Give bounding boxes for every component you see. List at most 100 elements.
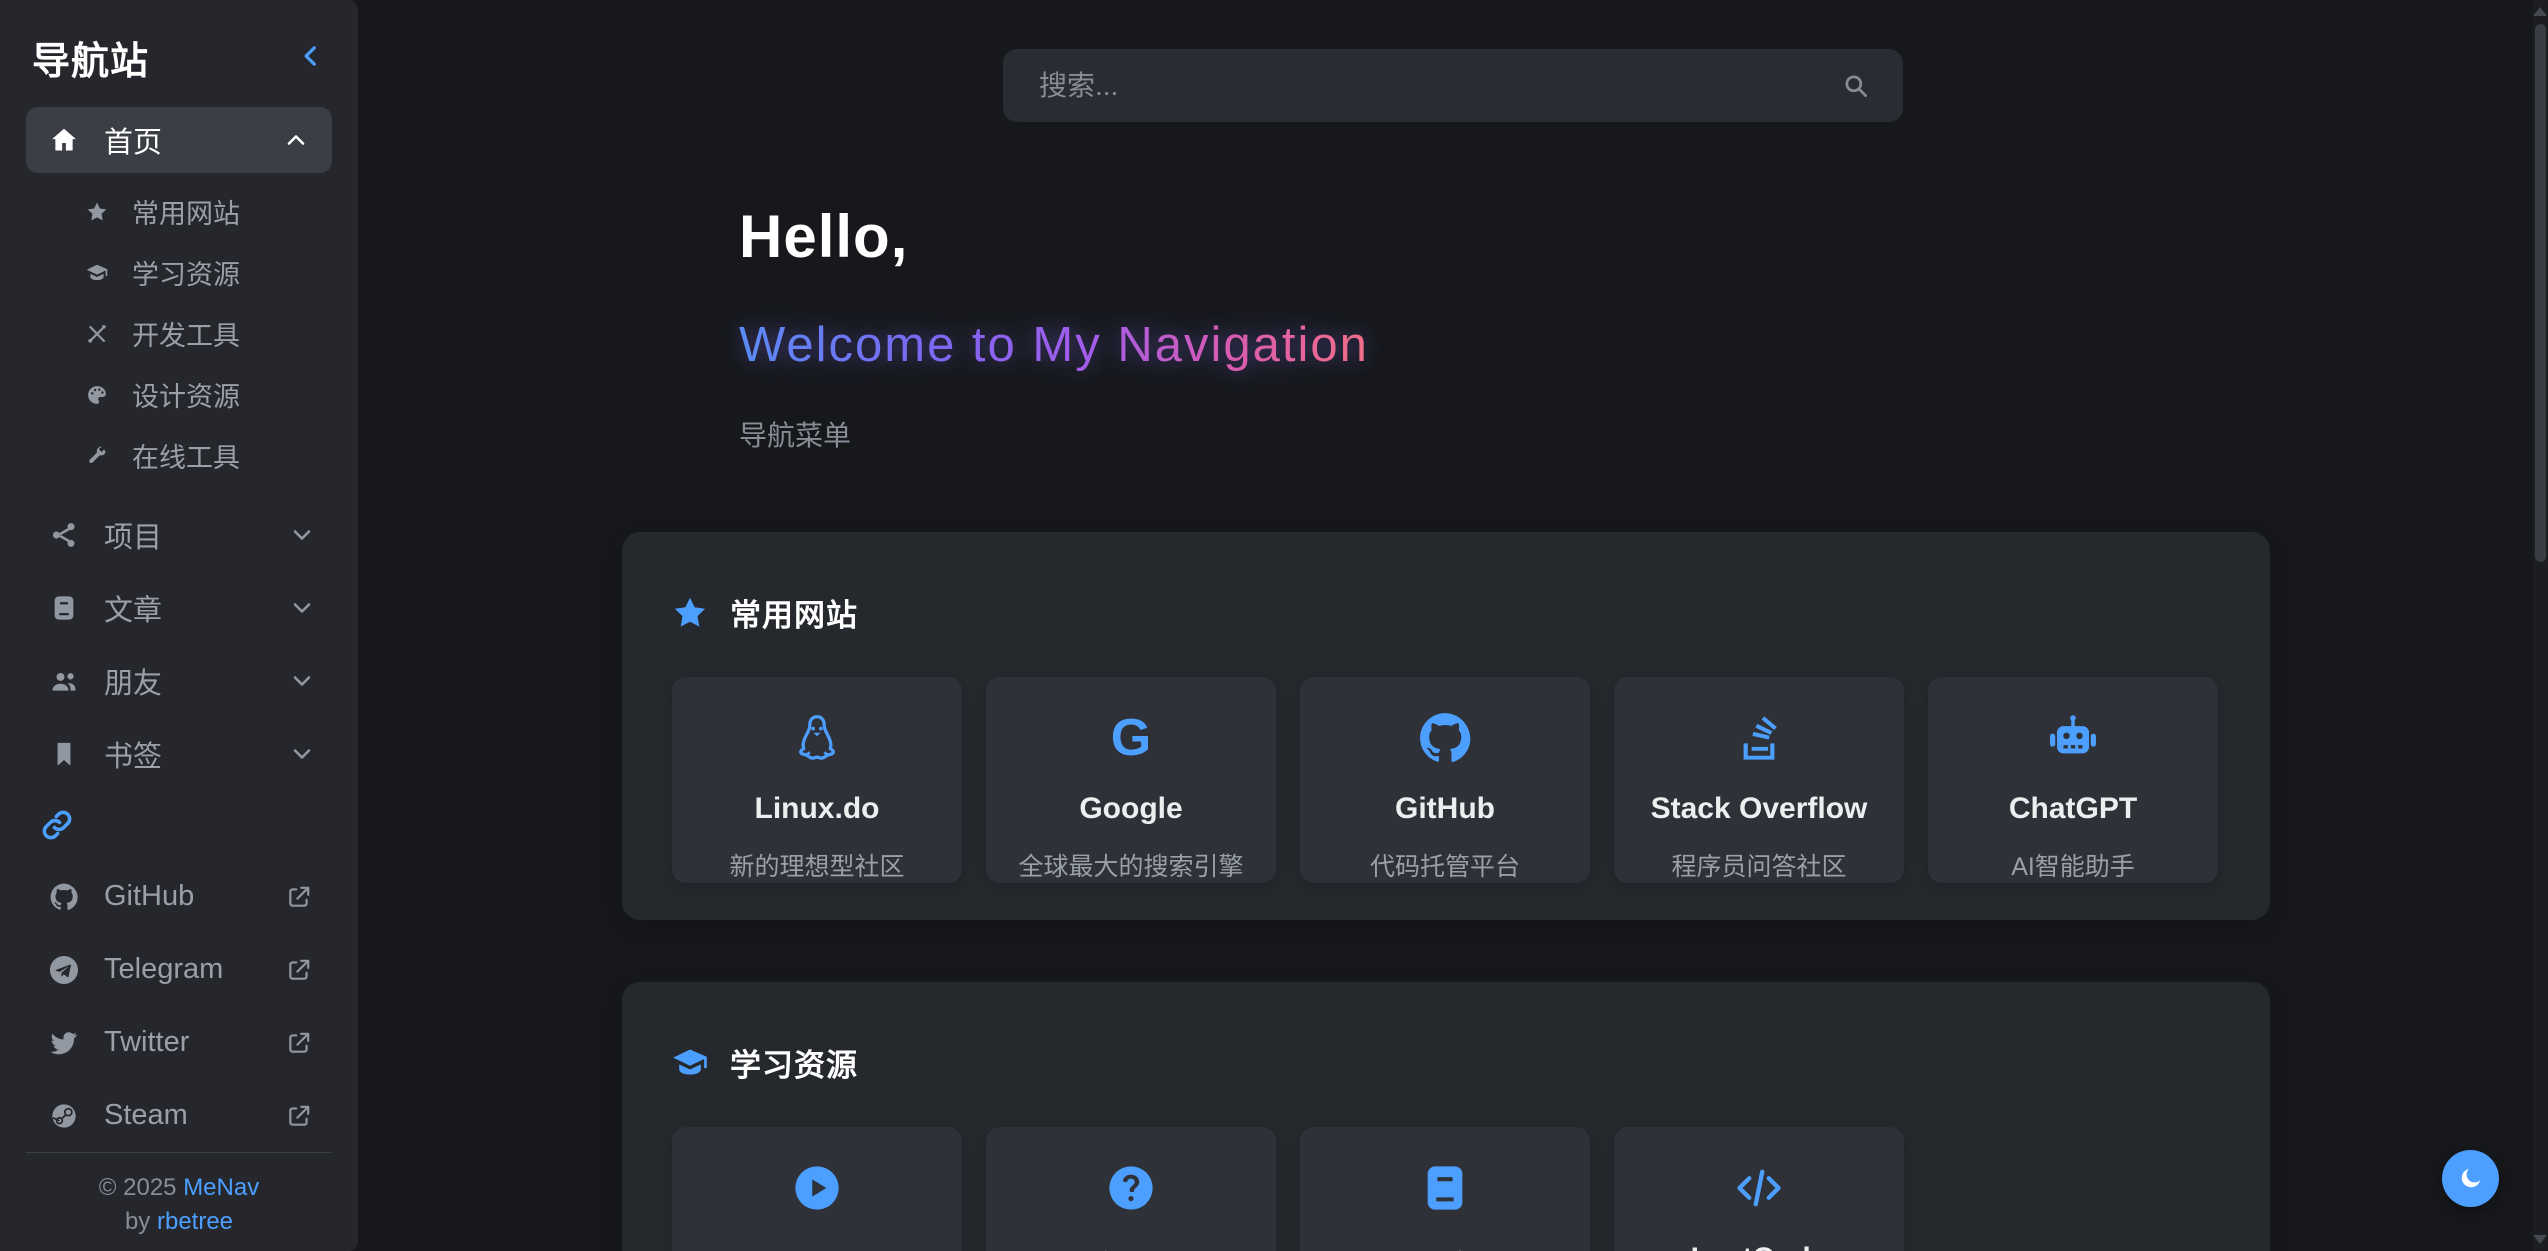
chevron-down-icon [290,669,314,693]
home-sub-list: 常用网站 学习资源 开发工具 设计资源 在线工具 [26,173,332,498]
site-card-name: GitHub [1395,792,1495,826]
site-card-name: Stack Overflow [1651,792,1868,826]
home-icon [50,126,78,154]
scrollbar-up-arrow[interactable] [2533,7,2547,16]
palette-icon [86,384,108,406]
social-item-twitter[interactable]: Twitter [26,1006,332,1079]
scrollbar-thumb[interactable] [2535,24,2546,562]
copyright-text: © 2025 [99,1174,177,1201]
site-card-github[interactable]: GitHub 代码托管平台 [1300,677,1590,883]
nav-item-home[interactable]: 首页 [26,107,332,173]
journal-icon [1419,1160,1471,1216]
question-circle-icon [1105,1160,1157,1216]
search-bar [1003,49,1903,122]
site-card-desc: AI智能助手 [2011,847,2135,883]
site-card-desc: 新的理想型社区 [729,847,904,883]
graduation-cap-icon [672,1045,708,1081]
nav-item-label: 首页 [104,119,284,161]
stack-overflow-icon [1733,710,1785,766]
sidebar-header: 导航站 [26,0,332,107]
section-header: 学习资源 [672,982,2220,1085]
site-card-chatgpt[interactable]: ChatGPT AI智能助手 [1928,677,2218,883]
nav-item-projects[interactable]: 项目 [26,498,332,571]
section-header: 常用网站 [672,532,2220,635]
star-icon [672,595,708,631]
social-item-label: Twitter [104,1026,286,1059]
site-link[interactable]: MeNav [183,1174,259,1201]
site-card-name: 哔哩哔哩 [757,1242,877,1251]
nav-item-articles[interactable]: 文章 [26,571,332,644]
site-card-bilibili[interactable]: 哔哩哔哩 [672,1127,962,1251]
linux-icon [791,710,843,766]
site-card-juejin[interactable]: 掘金 [1300,1127,1590,1251]
hero: Hello, Welcome to My Navigation 导航菜单 [739,202,2548,454]
sidebar: 导航站 首页 常用网站 学习资源 开发工具 设计资源 [0,0,358,1251]
star-icon [86,201,108,223]
site-card-zhihu[interactable]: 知乎 [986,1127,1276,1251]
nav-subitem-common-sites[interactable]: 常用网站 [26,181,332,242]
nav-item-label: 书签 [104,733,290,775]
sidebar-collapse-button[interactable] [298,43,328,73]
external-link-icon [286,957,312,983]
nav-subitem-label: 开发工具 [132,314,240,353]
graduation-cap-icon [86,262,108,284]
external-link-icon [286,1030,312,1056]
social-item-telegram[interactable]: Telegram [26,933,332,1006]
social-item-label: Telegram [104,953,286,986]
card-grid: Linux.do 新的理想型社区 G Google 全球最大的搜索引擎 GitH… [672,677,2220,883]
social-item-github[interactable]: GitHub [26,860,332,933]
nav-subitem-label: 学习资源 [132,253,240,292]
site-card-name: Google [1079,792,1182,826]
section-learning-resources: 学习资源 哔哩哔哩 知乎 掘金 LeetCode [622,982,2270,1251]
chevron-up-icon [284,128,308,152]
search-icon[interactable] [1842,72,1869,99]
social-item-label: Steam [104,1099,286,1132]
chevron-down-icon [290,523,314,547]
bookmark-icon [50,740,78,768]
nav-item-label: 项目 [104,514,290,556]
play-circle-icon [791,1160,843,1216]
sidebar-footer: © 2025 MeNav by rbetree [26,1152,332,1251]
author-link[interactable]: rbetree [157,1208,233,1235]
external-link-icon [286,1103,312,1129]
site-card-name: 掘金 [1415,1242,1475,1251]
users-icon [50,667,78,695]
card-grid: 哔哩哔哩 知乎 掘金 LeetCode [672,1127,2220,1251]
site-card-desc: 代码托管平台 [1370,847,1520,883]
hero-greeting: Hello, [739,202,2548,272]
site-card-leetcode[interactable]: LeetCode [1614,1127,1904,1251]
site-card-google[interactable]: G Google 全球最大的搜索引擎 [986,677,1276,883]
search-area [358,0,2548,122]
theme-toggle-button[interactable] [2442,1150,2499,1207]
site-card-stackoverflow[interactable]: Stack Overflow 程序员问答社区 [1614,677,1904,883]
telegram-icon [50,956,78,984]
nav-item-bookmarks[interactable]: 书签 [26,717,332,790]
twitter-icon [50,1029,78,1057]
book-icon [50,594,78,622]
by-text: by [125,1208,150,1235]
nav-subitem-label: 设计资源 [132,375,240,414]
social-item-steam[interactable]: Steam [26,1079,332,1152]
search-input[interactable] [1003,49,1903,122]
page-scrollbar[interactable] [2533,0,2548,1251]
moon-icon [2457,1165,2484,1192]
nav-item-label: 文章 [104,587,290,629]
nav-item-label: 朋友 [104,660,290,702]
nav-subitem-label: 在线工具 [132,436,240,475]
nav-item-friends[interactable]: 朋友 [26,644,332,717]
site-card-linuxdo[interactable]: Linux.do 新的理想型社区 [672,677,962,883]
nav-subitem-learning[interactable]: 学习资源 [26,242,332,303]
nav-subitem-dev-tools[interactable]: 开发工具 [26,303,332,364]
section-title: 学习资源 [730,1040,858,1085]
external-link-icon [286,884,312,910]
google-g-glyph: G [1111,710,1151,766]
hero-welcome: Welcome to My Navigation [739,314,1369,376]
nav-subitem-design[interactable]: 设计资源 [26,364,332,425]
nav-subitem-online-tools[interactable]: 在线工具 [26,425,332,486]
chevron-down-icon [290,596,314,620]
site-title: 导航站 [32,30,149,85]
link-icon[interactable] [40,808,74,842]
site-card-name: LeetCode [1691,1242,1828,1251]
section-title: 常用网站 [730,590,858,635]
scrollbar-down-arrow[interactable] [2533,1235,2547,1244]
